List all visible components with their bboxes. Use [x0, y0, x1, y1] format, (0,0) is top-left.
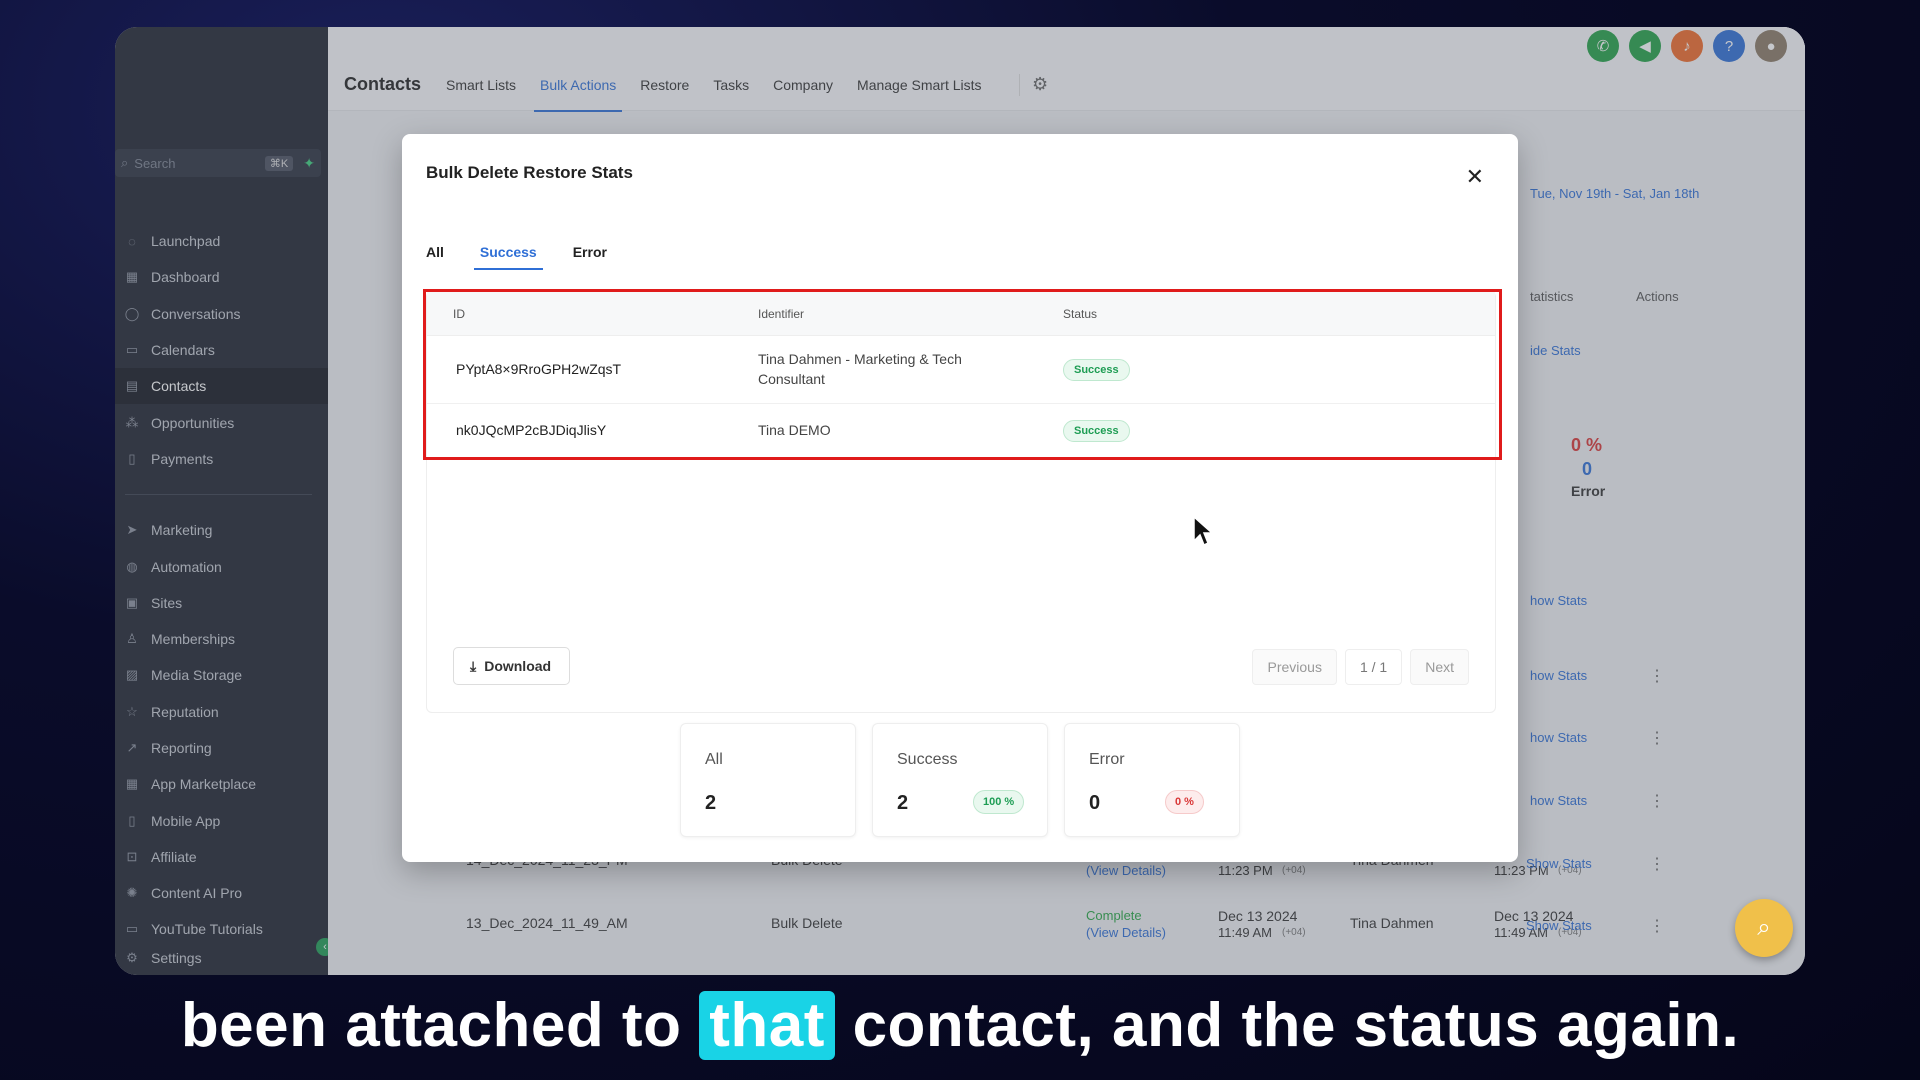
next-button[interactable]: Next [1410, 649, 1469, 685]
row-id: PYptA8×9RroGPH2wZqsT [456, 361, 622, 377]
row-identifier-cont: Consultant [758, 371, 825, 387]
close-icon[interactable]: ✕ [1466, 164, 1484, 190]
tab-success[interactable]: Success [473, 244, 543, 270]
pagination: Previous 1 / 1 Next [1244, 649, 1469, 685]
stat-label: Error [1089, 751, 1125, 768]
row-id: nk0JQcMP2cBJDiqJlisY [456, 422, 607, 438]
caption-highlight: that [699, 991, 835, 1060]
caption-before: been attached to [180, 991, 700, 1060]
modal-tabs: All Success Error [426, 244, 643, 270]
row-identifier: Tina DEMO [758, 422, 831, 438]
previous-button[interactable]: Previous [1252, 649, 1337, 685]
table-row: nk0JQcMP2cBJDiqJlisY Tina DEMO Success [427, 404, 1495, 456]
stat-label: Success [897, 751, 958, 768]
stat-card-error: Error 0 0 % [1064, 723, 1240, 837]
stat-value: 2 [705, 792, 717, 814]
stat-label: All [705, 751, 723, 768]
table-header: ID Identifier Status [427, 292, 1495, 336]
page-indicator: 1 / 1 [1344, 649, 1403, 685]
chat-widget-icon[interactable]: ⌕ [1735, 899, 1793, 957]
modal-title: Bulk Delete Restore Stats [426, 163, 633, 182]
tab-all[interactable]: All [426, 244, 444, 270]
mouse-cursor-icon [1193, 515, 1214, 547]
subtitle-caption: been attached to that contact, and the s… [0, 990, 1920, 1061]
download-button[interactable]: ⤓ Download [453, 647, 571, 685]
col-identifier: Identifier [758, 307, 805, 321]
stat-percent-badge: 100 % [973, 790, 1025, 814]
status-badge: Success [1063, 359, 1130, 381]
stat-percent-badge: 0 % [1165, 790, 1204, 814]
stat-value: 2 [897, 792, 909, 814]
stat-card-success: Success 2 100 % [872, 723, 1048, 837]
app-window: ⌕ Search ⌘K ✦ ◌ Launchpad ▦ Dashboard ◯ Con… [115, 27, 1805, 975]
col-id: ID [453, 307, 465, 321]
stat-value: 0 [1089, 792, 1101, 814]
results-panel: ID Identifier Status PYptA8×9RroGPH2wZqs… [423, 289, 1502, 713]
caption-after: contact, and the status again. [834, 991, 1740, 1060]
download-icon: ⤓ [470, 657, 477, 674]
bulk-delete-restore-stats-modal: Bulk Delete Restore Stats ✕ All Success … [402, 134, 1518, 862]
stat-card-all: All 2 [680, 723, 856, 837]
status-badge: Success [1063, 420, 1130, 442]
tab-error[interactable]: Error [573, 244, 607, 270]
col-status: Status [1063, 307, 1098, 321]
table-row: PYptA8×9RroGPH2wZqsT Tina Dahmen - Marke… [427, 336, 1495, 404]
row-identifier: Tina Dahmen - Marketing & Tech [758, 351, 962, 367]
